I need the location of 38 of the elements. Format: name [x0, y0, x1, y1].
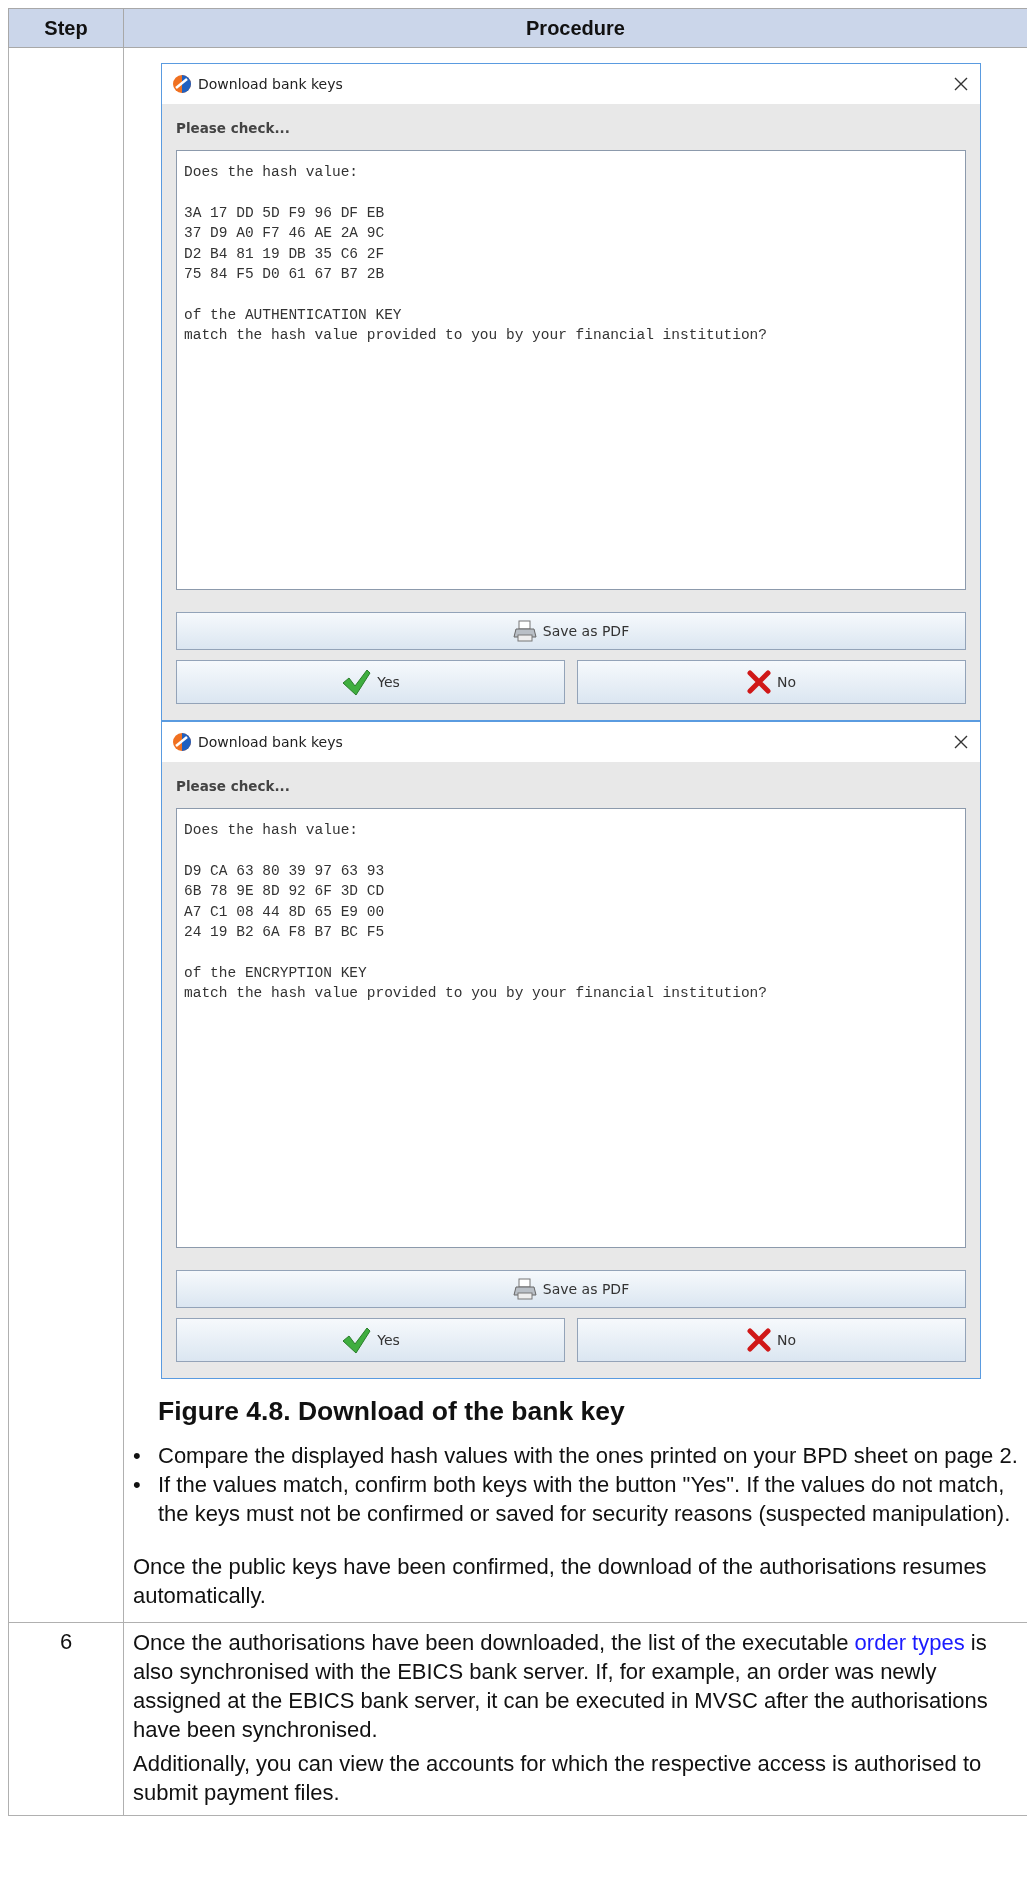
cross-icon	[746, 1328, 771, 1352]
printer-icon	[512, 1278, 537, 1300]
yes-button[interactable]: Yes	[176, 660, 565, 704]
app-logo-icon	[172, 732, 192, 752]
bullet-marker: •	[133, 1471, 142, 1499]
checkmark-icon	[341, 1326, 372, 1354]
paragraph-text: Once the public keys have been confirmed, the download of the authorisations resumes automatically.	[133, 1553, 988, 1610]
bullet-item: If the values match, confirm both keys with the button "Yes". If the values do not match, the keys must not be confirmed or saved for security reasons (suspected manipulation).	[158, 1471, 1012, 1528]
message-text: Does the hash value:	[184, 821, 360, 840]
dialog-heading: Please check...	[176, 778, 291, 795]
dialog-heading: Please check...	[176, 120, 291, 137]
save-pdf-button[interactable]: Save as PDF	[176, 612, 966, 650]
no-button[interactable]: No	[577, 660, 966, 704]
app-logo-icon	[172, 74, 192, 94]
message-text: D9 CA 63 80 39 97 63 93 6B 78 9E 8D 92 6F 3D CD A7 C1 08 44 8D 65 E9 00 24 19 B2 6A F8 B7 BC F5	[184, 861, 386, 942]
no-button[interactable]: No	[577, 1318, 966, 1362]
bullet-item: Compare the displayed hash values with the ones printed on your BPD sheet on page 2.	[158, 1442, 1019, 1470]
close-icon	[954, 77, 968, 91]
window-title: Download bank keys	[198, 734, 344, 750]
save-pdf-button[interactable]: Save as PDF	[176, 1270, 966, 1308]
message-text: 3A 17 DD 5D F9 96 DF EB 37 D9 A0 F7 46 AE 2A 9C D2 B4 81 19 DB 35 C6 2F 75 84 F5 D0 61 67 B7 2B	[184, 203, 386, 284]
yes-button[interactable]: Yes	[176, 1318, 565, 1362]
message-text: of the AUTHENTICATION KEY match the hash value provided to you by your financial institution?	[184, 305, 768, 346]
column-header: Step	[8, 8, 124, 48]
window-title: Download bank keys	[198, 76, 344, 92]
message-text: Does the hash value:	[184, 163, 360, 182]
bullet-marker: •	[133, 1442, 142, 1470]
figure-caption: Figure 4.8. Download of the bank key	[158, 1395, 626, 1427]
paragraph-text: Additionally, you can view the accounts for which the respective access is authorised to submit payment files.	[133, 1750, 983, 1807]
paragraph-text: Once the authorisations have been downloaded, the list of the executable order types is also synchronised with the EBICS bank server. If, for example, an order was newly assigned at the EBICS bank server, it can be executed in MVSC after the authorisations have been synchronised.	[133, 1629, 989, 1744]
order-types-link[interactable]: order types	[854, 1630, 965, 1655]
close-icon	[954, 735, 968, 749]
step-number: 6	[59, 1628, 73, 1656]
printer-icon	[512, 620, 537, 642]
message-text: of the ENCRYPTION KEY match the hash value provided to you by your financial institution?	[184, 963, 768, 1004]
cross-icon	[746, 670, 771, 694]
checkmark-icon	[341, 668, 372, 696]
column-header: Procedure	[123, 8, 1027, 48]
